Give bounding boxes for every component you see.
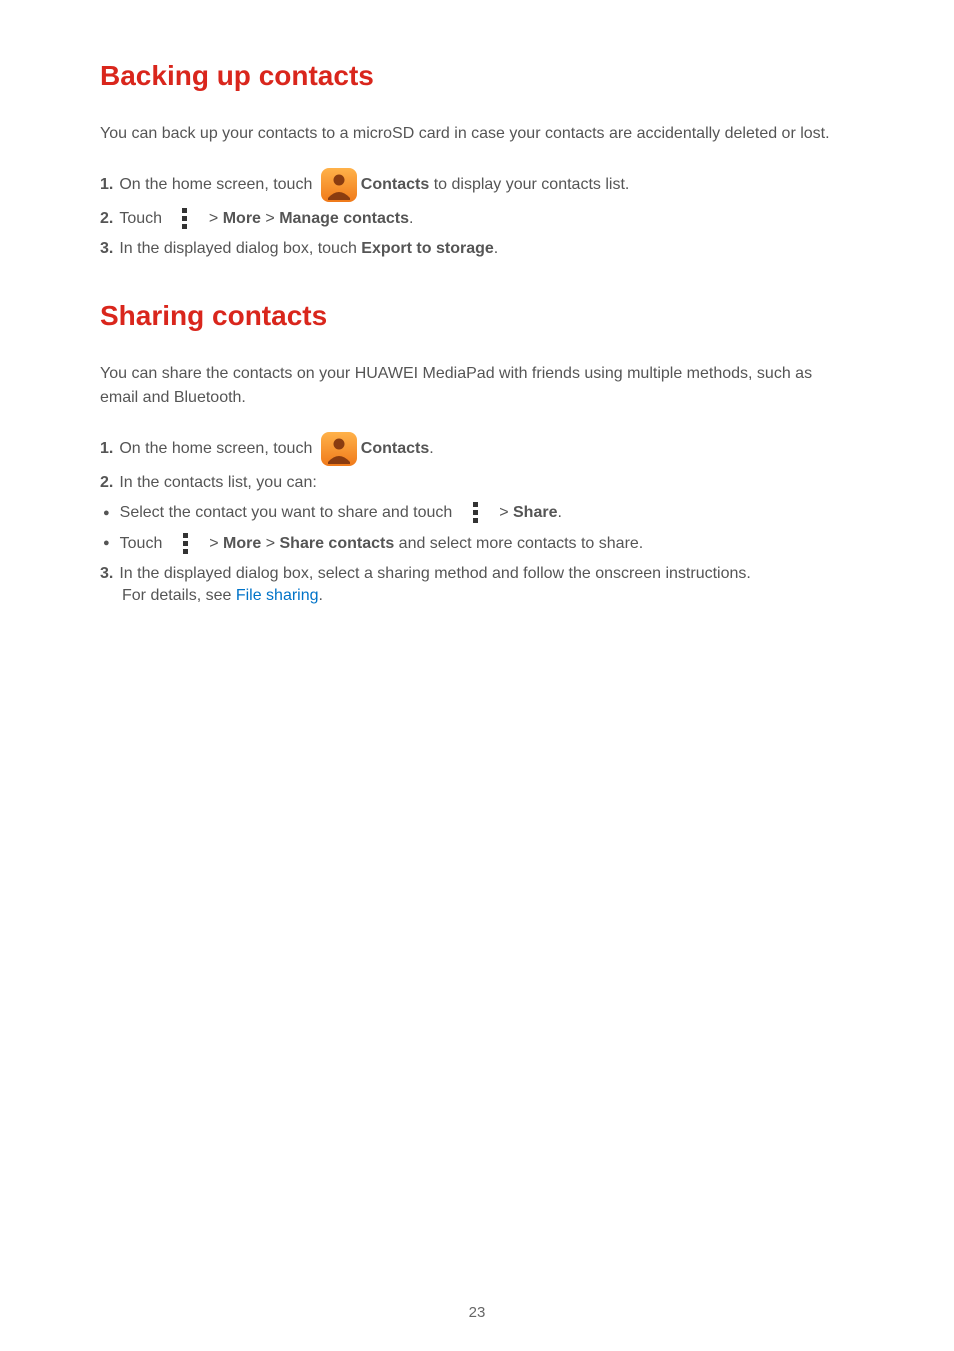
step-number: 1. bbox=[100, 170, 113, 200]
more-label: More bbox=[223, 204, 261, 234]
section-backing-up-contacts: Backing up contacts You can back up your… bbox=[100, 60, 854, 265]
text: > bbox=[204, 204, 222, 234]
step-number: 3. bbox=[100, 234, 113, 264]
steps-backing-up: 1. On the home screen, touch Contacts bbox=[100, 166, 854, 265]
manage-contacts-label: Manage contacts bbox=[279, 204, 409, 234]
bullet-share-one: ● Select the contact you want to share a… bbox=[100, 498, 854, 528]
text: > bbox=[261, 529, 279, 559]
file-sharing-link[interactable]: File sharing bbox=[236, 587, 319, 604]
text: . bbox=[494, 234, 498, 264]
bullet-icon: ● bbox=[103, 533, 110, 554]
share-contacts-label: Share contacts bbox=[280, 529, 395, 559]
text: to display your contacts list. bbox=[429, 170, 629, 200]
section-sharing-contacts: Sharing contacts You can share the conta… bbox=[100, 300, 854, 609]
step-2: 2. Touch > More > Manage contacts . bbox=[100, 204, 854, 234]
more-label: More bbox=[223, 529, 261, 559]
step-number: 3. bbox=[100, 559, 113, 589]
text: > bbox=[261, 204, 279, 234]
bullet-icon: ● bbox=[103, 503, 110, 524]
text: . bbox=[429, 434, 433, 464]
contacts-label: Contacts bbox=[361, 170, 429, 200]
step-number: 2. bbox=[100, 468, 113, 498]
text: Select the contact you want to share and… bbox=[120, 498, 457, 528]
page-number: 23 bbox=[0, 1304, 954, 1321]
text: > bbox=[495, 498, 513, 528]
text: . bbox=[409, 204, 413, 234]
export-label: Export to storage bbox=[361, 234, 493, 264]
text: On the home screen, touch bbox=[119, 434, 316, 464]
share-label: Share bbox=[513, 498, 557, 528]
text: For details, see bbox=[122, 587, 236, 604]
step-number: 2. bbox=[100, 204, 113, 234]
text: In the contacts list, you can: bbox=[119, 468, 316, 498]
text: . bbox=[319, 587, 323, 604]
bullet-share-multiple: ● Touch > More > Share contacts and sele… bbox=[100, 529, 854, 559]
step-3: 3. In the displayed dialog box, touch Ex… bbox=[100, 234, 854, 264]
intro-backing-up: You can back up your contacts to a micro… bbox=[100, 122, 854, 146]
text: and select more contacts to share. bbox=[394, 529, 643, 559]
step-2: 2. In the contacts list, you can: bbox=[100, 468, 854, 498]
intro-sharing: You can share the contacts on your HUAWE… bbox=[100, 362, 854, 410]
contacts-app-icon bbox=[318, 166, 360, 204]
overflow-menu-icon bbox=[458, 500, 494, 526]
overflow-menu-icon bbox=[167, 206, 203, 232]
heading-backing-up: Backing up contacts bbox=[100, 60, 854, 92]
contacts-label: Contacts bbox=[361, 434, 429, 464]
step-1: 1. On the home screen, touch Contacts . bbox=[100, 430, 854, 468]
text: On the home screen, touch bbox=[119, 170, 316, 200]
text: In the displayed dialog box, touch bbox=[119, 234, 361, 264]
text: Touch bbox=[119, 204, 166, 234]
contacts-app-icon bbox=[318, 430, 360, 468]
text: Touch bbox=[120, 529, 167, 559]
text: > bbox=[205, 529, 223, 559]
overflow-menu-icon bbox=[168, 531, 204, 557]
step-1: 1. On the home screen, touch Contacts bbox=[100, 166, 854, 204]
steps-sharing: 1. On the home screen, touch Contacts . … bbox=[100, 430, 854, 609]
text: . bbox=[557, 498, 561, 528]
heading-sharing: Sharing contacts bbox=[100, 300, 854, 332]
step-number: 1. bbox=[100, 434, 113, 464]
